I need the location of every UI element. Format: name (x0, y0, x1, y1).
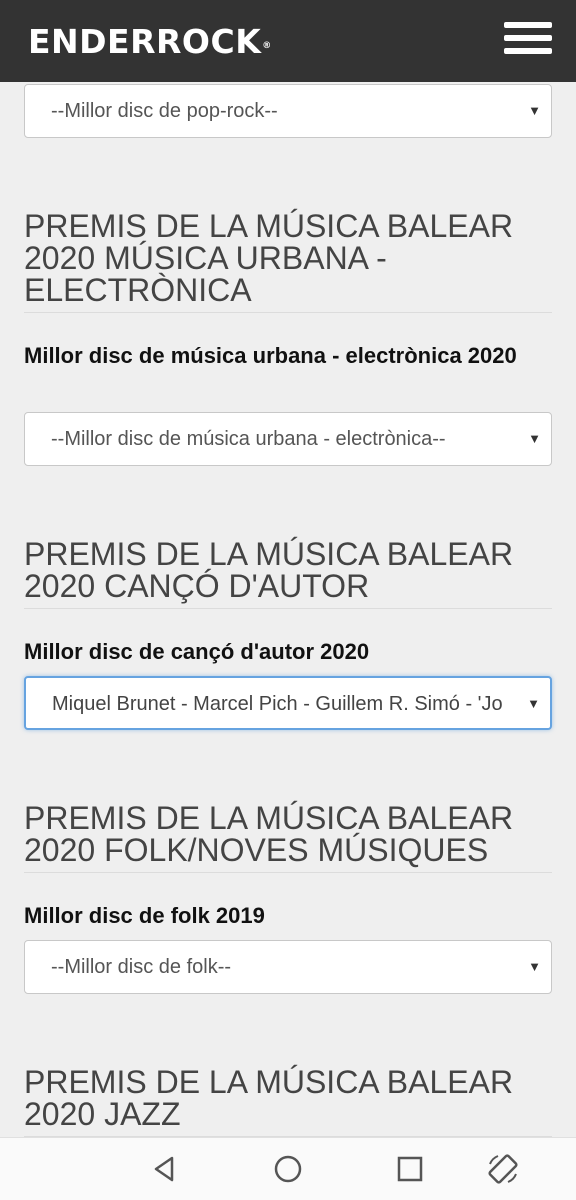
enderrock-logo[interactable]: ENDERROCK® (28, 22, 272, 62)
section-title-folk: PREMIS DE LA MÚSICA BALEAR 2020 FOLK/NOV… (24, 802, 552, 873)
chevron-down-icon: ▼ (528, 103, 541, 118)
pop-rock-select[interactable]: --Millor disc de pop-rock-- ▼ (24, 84, 552, 138)
select-value: --Millor disc de folk-- (51, 956, 232, 978)
chevron-down-icon: ▼ (527, 696, 540, 711)
chevron-down-icon: ▼ (528, 959, 541, 974)
back-icon[interactable] (148, 1152, 182, 1186)
recents-icon[interactable] (393, 1152, 427, 1186)
folk-select[interactable]: --Millor disc de folk-- ▼ (24, 940, 552, 994)
musica-urbana-select[interactable]: --Millor disc de música urbana - electrò… (24, 412, 552, 466)
rotate-icon[interactable] (486, 1152, 520, 1186)
select-value: Miquel Brunet - Marcel Pich - Guillem R.… (52, 693, 503, 715)
field-label-folk: Millor disc de folk 2019 (24, 903, 265, 928)
system-navigation-bar (0, 1137, 576, 1200)
section-title-jazz: PREMIS DE LA MÚSICA BALEAR 2020 JAZZ (24, 1066, 552, 1137)
chevron-down-icon: ▼ (528, 431, 541, 446)
registered-mark: ® (262, 41, 272, 51)
canco-dautor-select[interactable]: Miquel Brunet - Marcel Pich - Guillem R.… (24, 676, 552, 730)
section-title-canco-dautor: PREMIS DE LA MÚSICA BALEAR 2020 CANÇÓ D'… (24, 538, 552, 609)
home-icon[interactable] (271, 1152, 305, 1186)
hamburger-menu-icon[interactable] (504, 22, 552, 56)
select-value: --Millor disc de música urbana - electrò… (51, 428, 446, 450)
field-label-canco-dautor: Millor disc de cançó d'autor 2020 (24, 639, 370, 664)
logo-text: ENDERROCK (28, 22, 262, 61)
select-value: --Millor disc de pop-rock-- (51, 100, 278, 122)
section-title-musica-urbana: PREMIS DE LA MÚSICA BALEAR 2020 MÚSICA U… (24, 210, 552, 313)
site-header: ENDERROCK® (0, 0, 576, 82)
field-label-musica-urbana: Millor disc de música urbana - electròni… (24, 343, 517, 368)
